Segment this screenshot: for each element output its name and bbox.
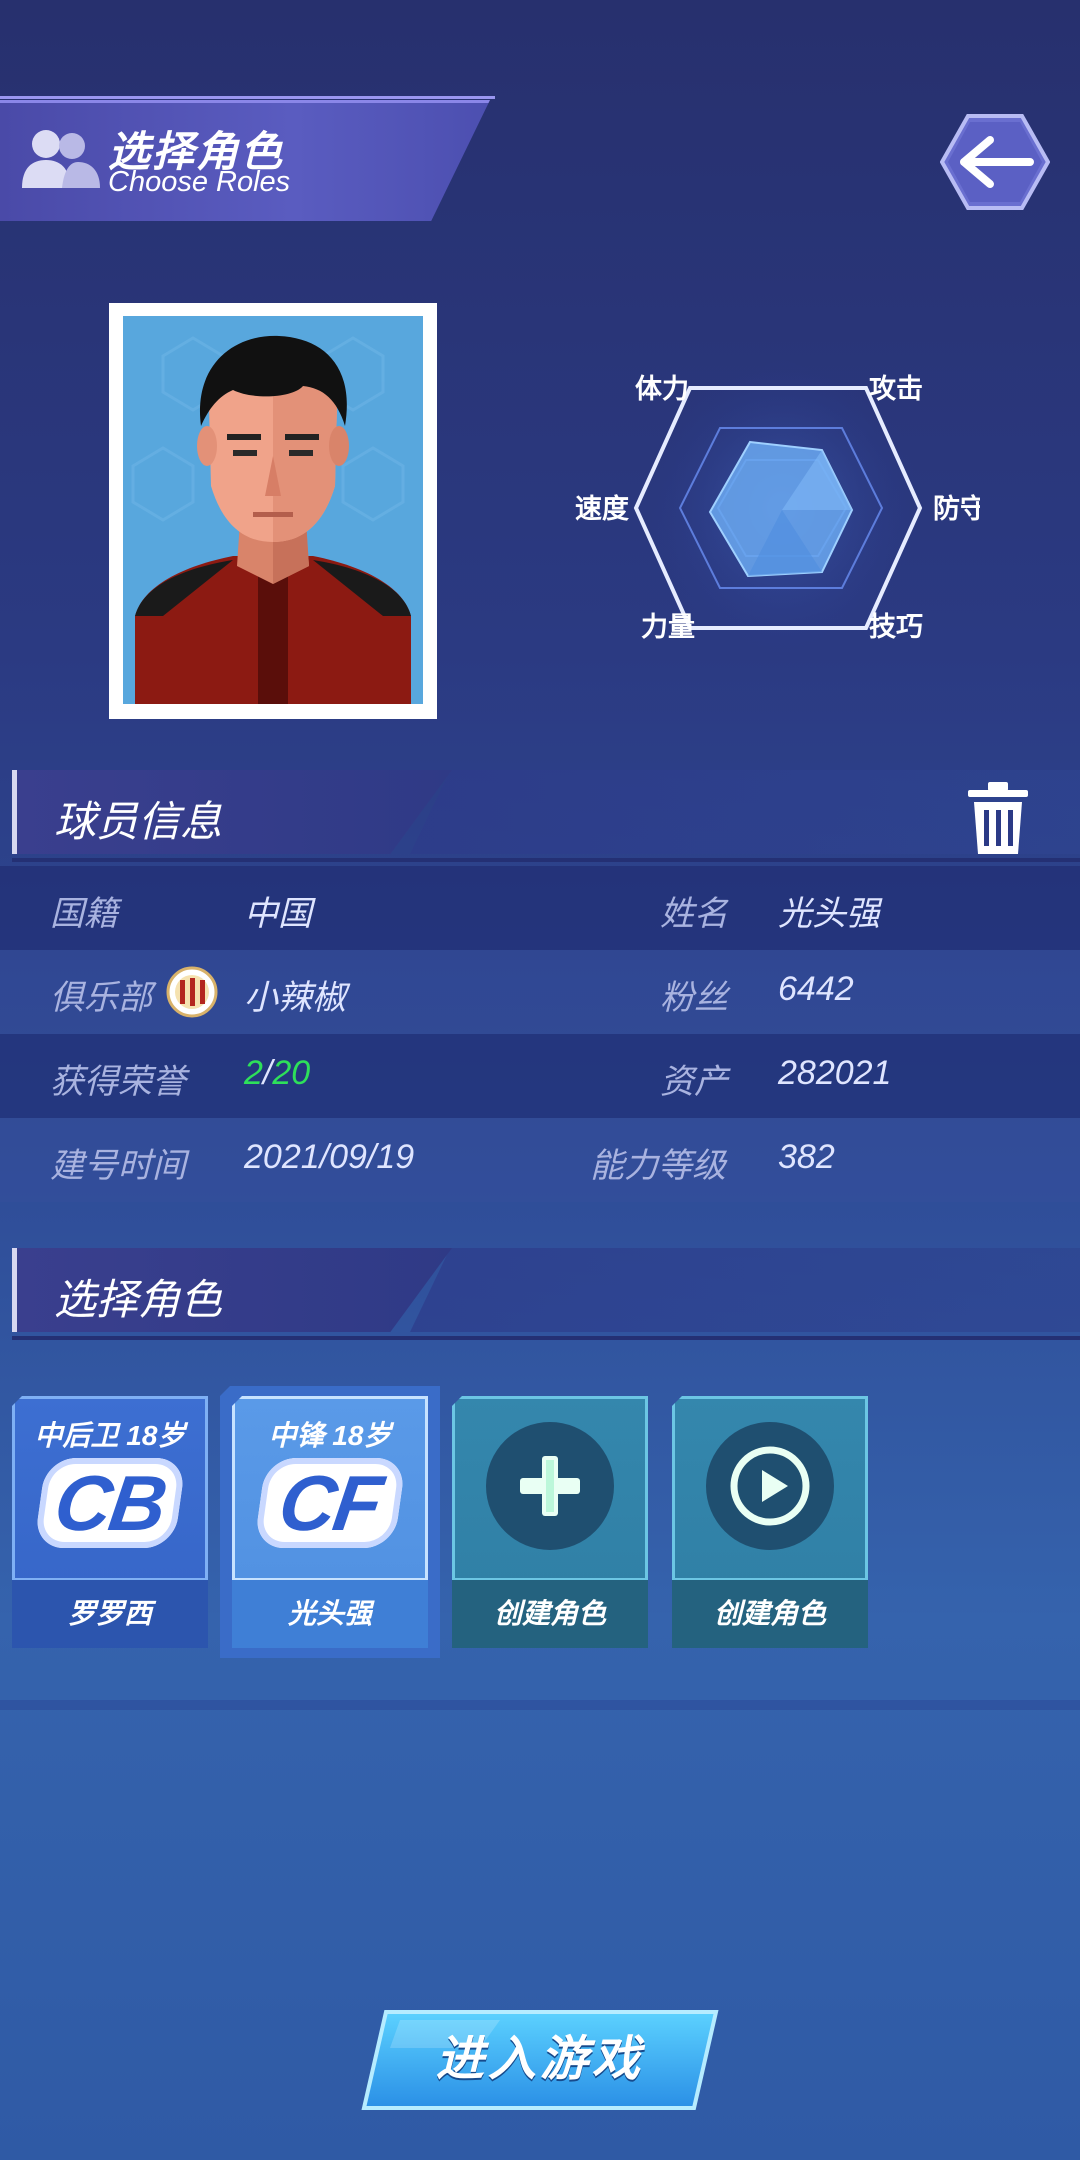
play-icon bbox=[730, 1446, 810, 1526]
role-name: 光头强 bbox=[232, 1578, 428, 1648]
section-band bbox=[0, 1700, 1080, 1710]
radar-label-defense: 防守 bbox=[933, 493, 980, 524]
nationality-value: 中国 bbox=[244, 895, 312, 933]
player-portrait bbox=[123, 316, 423, 704]
created-date-label: 建号时间 bbox=[50, 1147, 186, 1185]
club-value: 小辣椒 bbox=[244, 979, 346, 1017]
club-label: 俱乐部 bbox=[50, 979, 152, 1017]
radar-label-stamina: 体力 bbox=[635, 374, 689, 404]
ability-level-label: 能力等级 bbox=[590, 1147, 726, 1185]
role-card-cb[interactable]: 中后卫 18岁 CB 罗罗西 bbox=[12, 1396, 208, 1648]
role-name: 罗罗西 bbox=[12, 1578, 208, 1648]
users-icon bbox=[22, 130, 100, 188]
role-position-age: 中后卫 18岁 bbox=[34, 1420, 186, 1451]
create-role-card[interactable]: 创建角色 bbox=[452, 1396, 648, 1648]
honors-separator: / bbox=[262, 1054, 273, 1092]
role-name: 创建角色 bbox=[672, 1578, 868, 1648]
assets-label: 资产 bbox=[660, 1063, 728, 1101]
info-row bbox=[0, 950, 1080, 1034]
section-header-bg bbox=[410, 1248, 1080, 1332]
section-divider bbox=[12, 858, 1080, 862]
nationality-label: 国籍 bbox=[50, 895, 118, 933]
role-card-cf[interactable]: 中锋 18岁 CF 光头强 bbox=[232, 1396, 428, 1648]
radar-label-skill: 技巧 bbox=[869, 612, 923, 642]
player-info-title: 球员信息 bbox=[54, 798, 223, 845]
name-value: 光头强 bbox=[778, 895, 880, 933]
position-code-badge: CB bbox=[33, 1458, 187, 1548]
create-role-card[interactable]: 创建角色 bbox=[672, 1396, 868, 1648]
role-name: 创建角色 bbox=[452, 1578, 648, 1648]
enter-game-button[interactable]: 进入游戏 bbox=[360, 2008, 720, 2112]
section-divider bbox=[12, 1336, 1080, 1340]
role-select-title: 选择角色 bbox=[54, 1276, 223, 1323]
club-badge-icon bbox=[166, 966, 218, 1018]
assets-value: 282021 bbox=[778, 1054, 892, 1092]
info-row bbox=[0, 866, 1080, 950]
fans-label: 粉丝 bbox=[660, 979, 728, 1017]
section-accent-bar bbox=[12, 770, 17, 854]
ability-level-value: 382 bbox=[778, 1138, 835, 1176]
plus-icon bbox=[520, 1456, 580, 1516]
role-position-age: 中锋 18岁 bbox=[268, 1420, 392, 1451]
page-subtitle: Choose Roles bbox=[108, 166, 291, 198]
attribute-radar: 体力 攻击 防守 技巧 力量 速度 bbox=[575, 358, 980, 658]
back-button[interactable] bbox=[940, 112, 1050, 212]
radar-label-attack: 攻击 bbox=[869, 374, 923, 404]
position-code-badge: CF bbox=[253, 1458, 407, 1548]
header-top-line bbox=[0, 96, 495, 99]
created-date-value: 2021/09/19 bbox=[244, 1138, 415, 1176]
honors-total: 20 bbox=[272, 1054, 311, 1092]
honors-value: 2/20 bbox=[244, 1054, 310, 1093]
section-accent-bar bbox=[12, 1248, 17, 1332]
radar-label-power: 力量 bbox=[641, 612, 695, 642]
trash-icon[interactable] bbox=[964, 780, 1032, 856]
name-label: 姓名 bbox=[660, 895, 728, 933]
fans-value: 6442 bbox=[778, 970, 854, 1008]
radar-label-speed: 速度 bbox=[575, 493, 629, 524]
honors-current: 2 bbox=[244, 1054, 263, 1092]
honors-label: 获得荣誉 bbox=[50, 1063, 186, 1101]
